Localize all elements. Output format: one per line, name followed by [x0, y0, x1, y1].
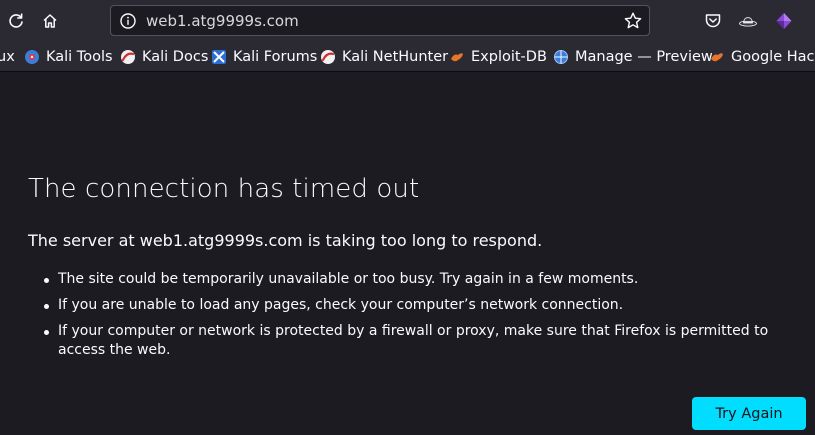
- hat-extension-icon[interactable]: [738, 11, 758, 31]
- reload-button[interactable]: [4, 9, 28, 33]
- bookmark-label: Kali Tools: [46, 48, 113, 65]
- bookmark-exploit-db[interactable]: Exploit-DB: [449, 42, 547, 71]
- url-bar[interactable]: web1.atg9999s.com: [110, 5, 650, 36]
- bookmark-manage-preview[interactable]: Manage — Preview: [553, 42, 713, 71]
- bookmark-label: Exploit-DB: [471, 48, 547, 65]
- bookmark-google-hacking[interactable]: Google Hacki: [709, 42, 815, 71]
- home-icon: [43, 14, 57, 28]
- error-description: The server at web1.atg9999s.com is takin…: [28, 231, 543, 250]
- purple-extension-icon[interactable]: [774, 11, 794, 31]
- bookmark-star-icon[interactable]: [623, 11, 643, 31]
- kali-nethunter-icon: [321, 49, 335, 64]
- bookmark-kali-linux[interactable]: ux: [0, 42, 15, 71]
- suggestion-item: If your computer or network is protected…: [28, 322, 808, 360]
- bookmark-label: ux: [0, 48, 15, 65]
- reload-icon: [9, 13, 23, 28]
- globe-icon: [554, 49, 568, 64]
- home-button[interactable]: [38, 9, 62, 33]
- bookmark-label: Manage — Preview: [575, 48, 713, 65]
- bookmark-label: Kali Docs: [142, 48, 209, 65]
- bookmarks-toolbar: ux Kali Tools Kali Docs Kali Forums Kali…: [0, 42, 815, 72]
- info-icon[interactable]: [119, 12, 137, 30]
- bookmark-kali-docs[interactable]: Kali Docs: [120, 42, 208, 71]
- suggestion-item: The site could be temporarily unavailabl…: [28, 270, 808, 289]
- url-text[interactable]: web1.atg9999s.com: [146, 12, 299, 30]
- pocket-icon[interactable]: [703, 11, 723, 31]
- suggestion-item: If you are unable to load any pages, che…: [28, 296, 808, 315]
- bookmark-kali-forums[interactable]: Kali Forums: [211, 42, 317, 71]
- bookmark-label: Kali NetHunter: [342, 48, 449, 65]
- exploit-db-icon: [451, 52, 463, 61]
- kali-tools-icon: [25, 49, 39, 64]
- bookmark-kali-nethunter[interactable]: Kali NetHunter: [320, 42, 448, 71]
- bookmark-label: Kali Forums: [233, 48, 318, 65]
- bookmark-label: Google Hacki: [731, 48, 815, 65]
- bookmark-kali-tools[interactable]: Kali Tools: [24, 42, 113, 71]
- google-hacking-icon: [711, 52, 723, 61]
- kali-forums-icon: [212, 49, 226, 64]
- error-suggestions: The site could be temporarily unavailabl…: [28, 270, 808, 367]
- browser-toolbar: web1.atg9999s.com: [0, 0, 815, 42]
- error-title: The connection has timed out: [28, 174, 420, 204]
- kali-docs-icon: [121, 49, 135, 64]
- try-again-button[interactable]: Try Again: [692, 397, 806, 430]
